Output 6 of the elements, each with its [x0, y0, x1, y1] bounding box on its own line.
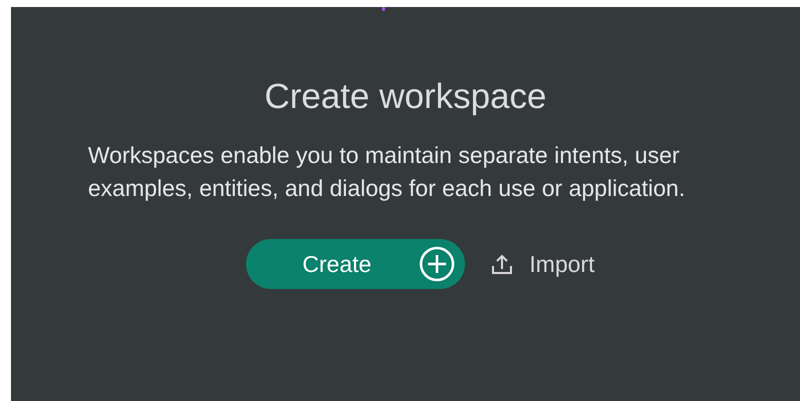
dialog-description: Workspaces enable you to maintain separate intents, user examples, entities, and dialogs for each use or application.	[88, 141, 686, 203]
create-button[interactable]: Create	[246, 239, 466, 289]
dialog-title: Create workspace	[264, 77, 547, 117]
plus-circle-icon	[419, 246, 456, 282]
import-button[interactable]: Import	[491, 239, 595, 289]
upload-icon	[491, 253, 514, 275]
